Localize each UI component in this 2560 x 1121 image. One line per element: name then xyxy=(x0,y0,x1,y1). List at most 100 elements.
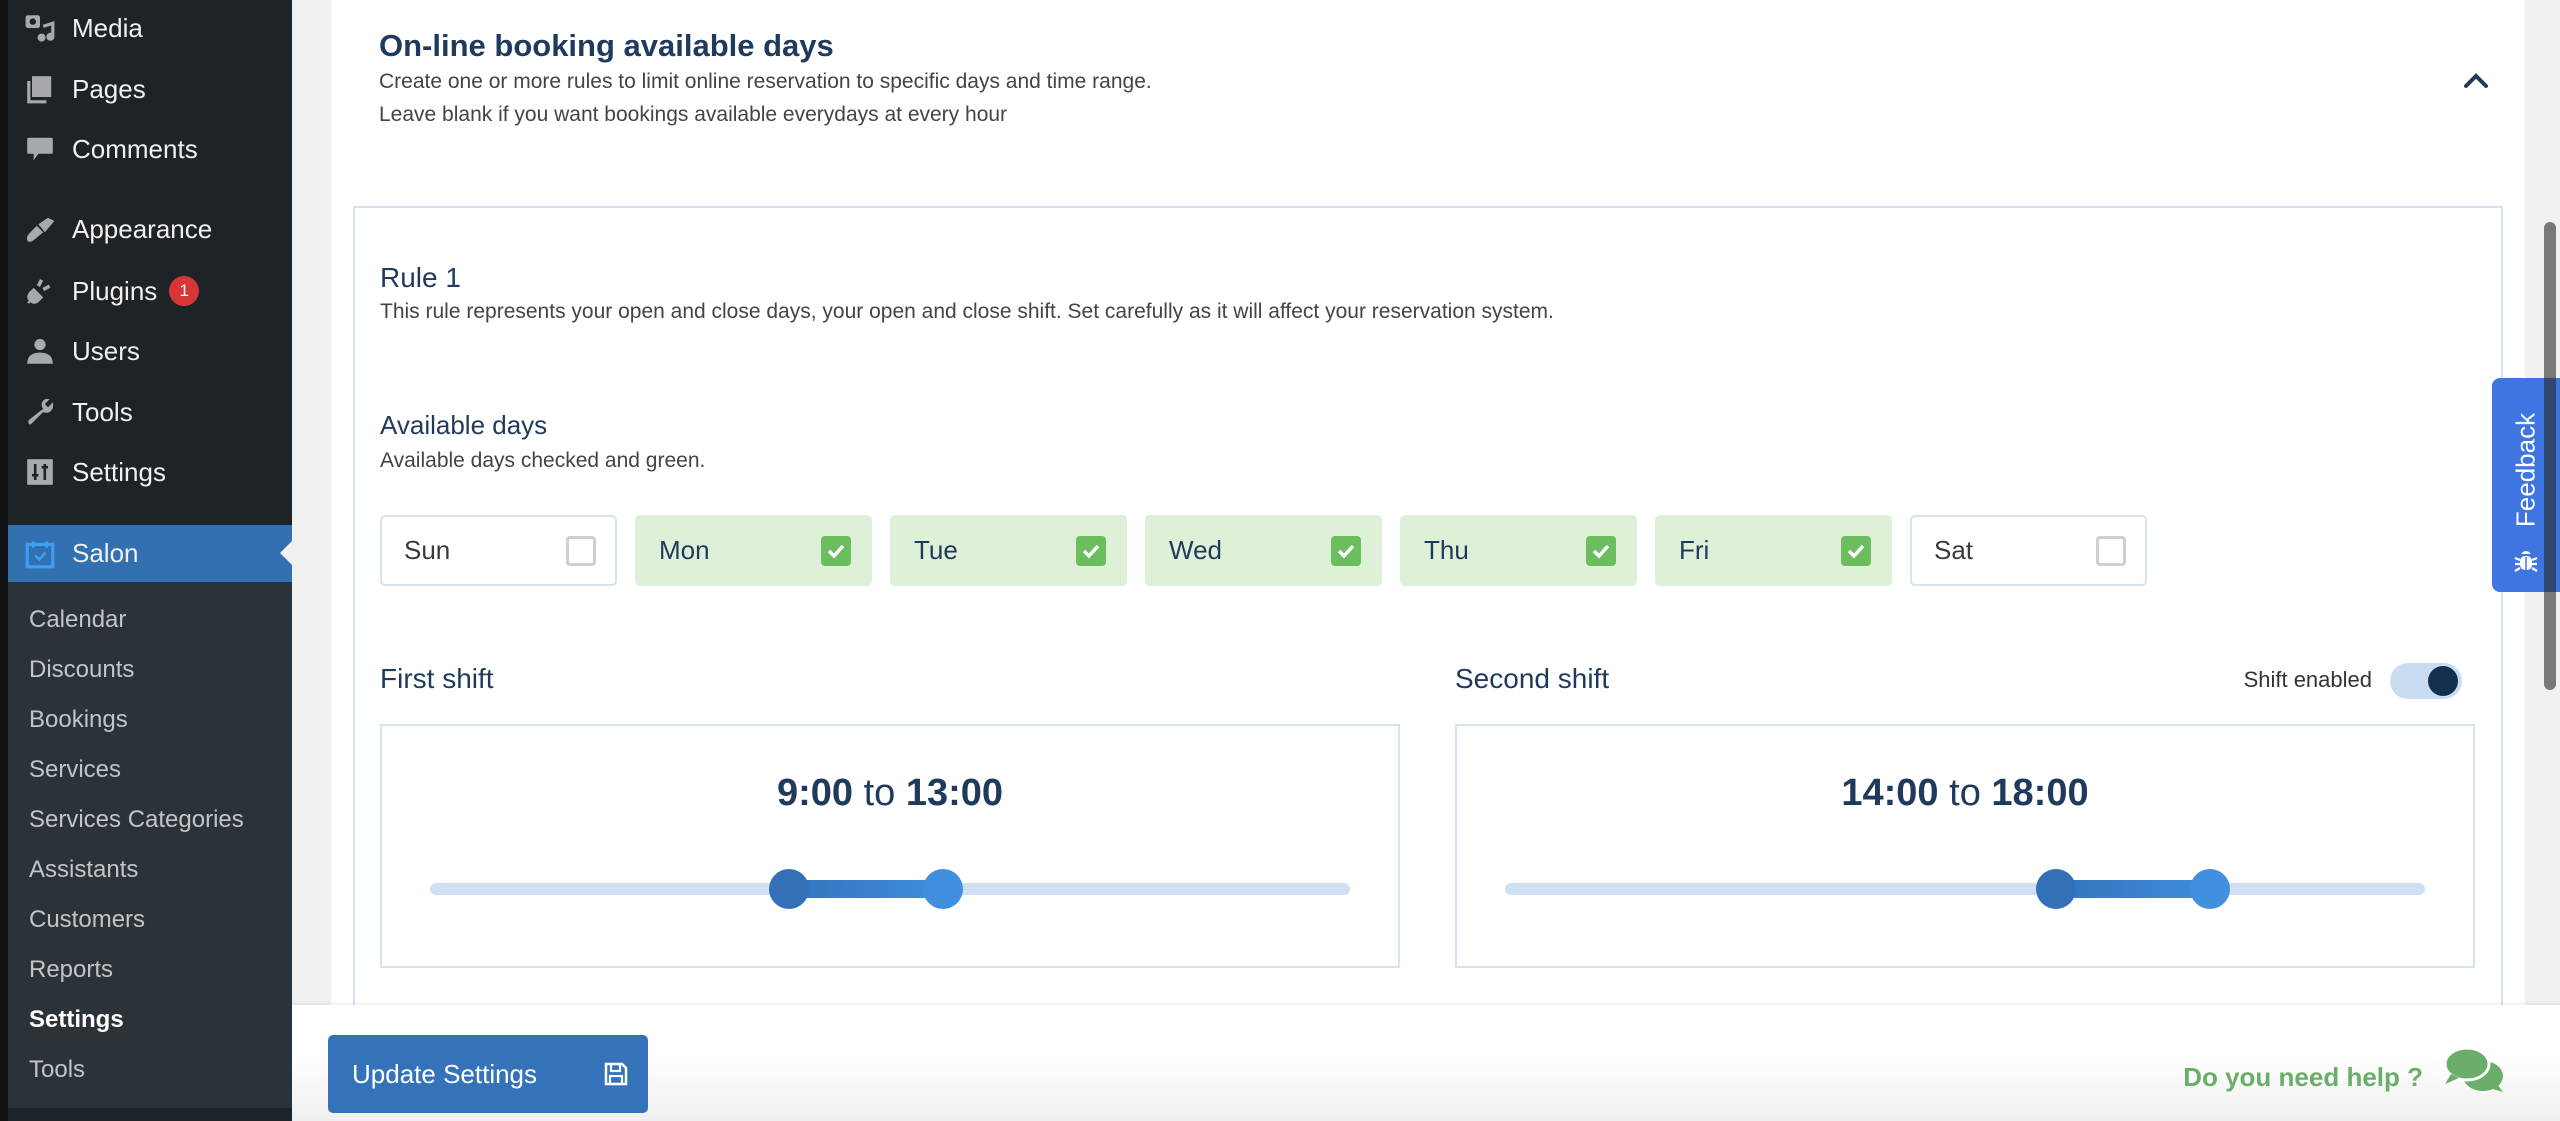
admin-sidebar: Media Pages Comments Appearance Plugins … xyxy=(0,0,292,1121)
day-checkbox[interactable] xyxy=(2096,535,2126,566)
shift-start-time: 9:00 xyxy=(776,772,854,814)
slider-range-fill xyxy=(2056,880,2210,898)
sidebar-item-label: Salon xyxy=(72,538,139,568)
day-label: Sun xyxy=(404,535,451,565)
sidebar-item-label: Users xyxy=(72,335,140,366)
available-days-hint: Available days checked and green. xyxy=(380,449,706,472)
sidebar-item-appearance[interactable]: Appearance xyxy=(8,201,292,257)
checkmark-icon xyxy=(1337,544,1355,559)
sidebar-item-tools[interactable]: Tools xyxy=(8,384,292,440)
sidebar-item-media[interactable]: Media xyxy=(8,0,292,56)
shift-start-time: 14:00 xyxy=(1841,772,1939,814)
update-settings-button[interactable]: Update Settings xyxy=(328,1035,648,1113)
submenu-item-bookings[interactable]: Bookings xyxy=(29,695,128,745)
shift-connector: to xyxy=(1949,772,1981,814)
bug-icon xyxy=(2514,551,2538,572)
shift-end-time: 13:00 xyxy=(905,772,1004,814)
collapse-section-button[interactable] xyxy=(2460,66,2492,94)
day-label: Wed xyxy=(1169,535,1222,565)
submenu-item-tools[interactable]: Tools xyxy=(29,1045,85,1095)
sidebar-item-label: Pages xyxy=(72,73,146,104)
page-scrollbar-thumb[interactable] xyxy=(2544,222,2556,690)
sidebar-item-label: Comments xyxy=(72,133,198,164)
shift-time-range: 9:00 to 13:00 xyxy=(382,772,1398,815)
checkmark-icon xyxy=(1082,544,1100,559)
day-checkbox[interactable] xyxy=(821,535,851,566)
day-checkbox[interactable] xyxy=(1841,535,1871,566)
sidebar-item-pages[interactable]: Pages xyxy=(8,61,292,117)
sidebar-item-label: Media xyxy=(72,12,143,43)
submenu-item-customers[interactable]: Customers xyxy=(29,895,145,945)
current-menu-arrow xyxy=(280,541,292,565)
chat-bubbles-icon[interactable] xyxy=(2443,1044,2507,1096)
rule-title: Rule 1 xyxy=(380,262,461,293)
user-icon xyxy=(24,335,56,367)
day-label: Mon xyxy=(659,535,710,565)
day-label: Fri xyxy=(1679,535,1710,565)
second-shift-panel: 14:00 to 18:00 xyxy=(1455,724,2475,968)
shift-enabled-label: Shift enabled xyxy=(2243,667,2372,692)
submenu-item-discounts[interactable]: Discounts xyxy=(29,645,134,695)
sidebar-item-comments[interactable]: Comments xyxy=(8,121,292,177)
sidebar-item-salon[interactable]: Salon xyxy=(8,525,292,582)
time-range-slider[interactable] xyxy=(1505,869,2425,909)
available-days-title: Available days xyxy=(380,410,548,440)
day-toggle-mon[interactable]: Mon xyxy=(635,515,872,586)
day-checkbox[interactable] xyxy=(566,535,596,566)
shift-enabled-toggle[interactable] xyxy=(2390,663,2462,699)
day-checkbox[interactable] xyxy=(1076,535,1106,566)
comments-icon xyxy=(24,133,56,165)
rule-panel xyxy=(353,206,2503,1106)
day-toggle-fri[interactable]: Fri xyxy=(1655,515,1892,586)
submenu-item-reports[interactable]: Reports xyxy=(29,945,113,995)
day-checkbox[interactable] xyxy=(1586,535,1616,566)
feedback-label: Feedback xyxy=(2510,412,2541,528)
day-toggle-sat[interactable]: Sat xyxy=(1910,515,2147,586)
paintbrush-icon xyxy=(24,213,56,245)
chevron-up-icon xyxy=(2464,73,2488,88)
day-toggle-wed[interactable]: Wed xyxy=(1145,515,1382,586)
sidebar-item-settings[interactable]: Settings xyxy=(8,444,292,500)
submenu-item-calendar[interactable]: Calendar xyxy=(29,595,126,645)
sidebar-item-label: Tools xyxy=(72,396,133,427)
sidebar-item-plugins[interactable]: Plugins 1 xyxy=(8,263,292,319)
second-shift-title: Second shift xyxy=(1455,663,1610,694)
time-range-slider[interactable] xyxy=(430,869,1350,909)
day-checkbox[interactable] xyxy=(1331,535,1361,566)
sidebar-item-label: Appearance xyxy=(72,213,213,244)
sidebar-item-users[interactable]: Users xyxy=(8,323,292,379)
save-icon xyxy=(604,1062,628,1086)
submenu-item-services[interactable]: Services xyxy=(29,745,121,795)
help-link[interactable]: Do you need help ? xyxy=(2120,1062,2423,1093)
shift-connector: to xyxy=(863,772,896,814)
checkmark-icon xyxy=(1592,544,1610,559)
shift-end-time: 18:00 xyxy=(1991,772,2089,814)
day-selector: Sun Mon Tue Wed Thu Fri Sat xyxy=(380,515,2147,586)
calendar-check-icon xyxy=(24,538,56,570)
submenu-item-assistants[interactable]: Assistants xyxy=(29,845,138,895)
day-toggle-tue[interactable]: Tue xyxy=(890,515,1127,586)
settings-sliders-icon xyxy=(24,456,56,488)
plugin-icon xyxy=(24,275,56,307)
slider-start-handle[interactable] xyxy=(2036,869,2076,909)
slider-end-handle[interactable] xyxy=(922,869,963,909)
section-title: On-line booking available days xyxy=(379,28,834,63)
submenu-item-services-categories[interactable]: Services Categories xyxy=(29,795,244,845)
checkmark-icon xyxy=(1847,544,1865,559)
submenu-item-settings[interactable]: Settings xyxy=(29,995,124,1045)
shift-time-range: 14:00 to 18:00 xyxy=(1457,772,2473,815)
day-label: Tue xyxy=(914,535,958,565)
day-label: Thu xyxy=(1424,535,1469,565)
slider-start-handle[interactable] xyxy=(768,869,809,909)
sidebar-edge xyxy=(0,0,8,1121)
pages-icon xyxy=(24,73,56,105)
day-label: Sat xyxy=(1934,535,1974,565)
first-shift-title: First shift xyxy=(380,663,494,694)
slider-end-handle[interactable] xyxy=(2190,869,2230,909)
sidebar-item-label: Settings xyxy=(72,456,166,487)
day-toggle-thu[interactable]: Thu xyxy=(1400,515,1637,586)
update-settings-label: Update Settings xyxy=(352,1058,538,1089)
media-icon xyxy=(24,12,56,44)
day-toggle-sun[interactable]: Sun xyxy=(380,515,617,586)
wrench-icon xyxy=(24,396,56,428)
